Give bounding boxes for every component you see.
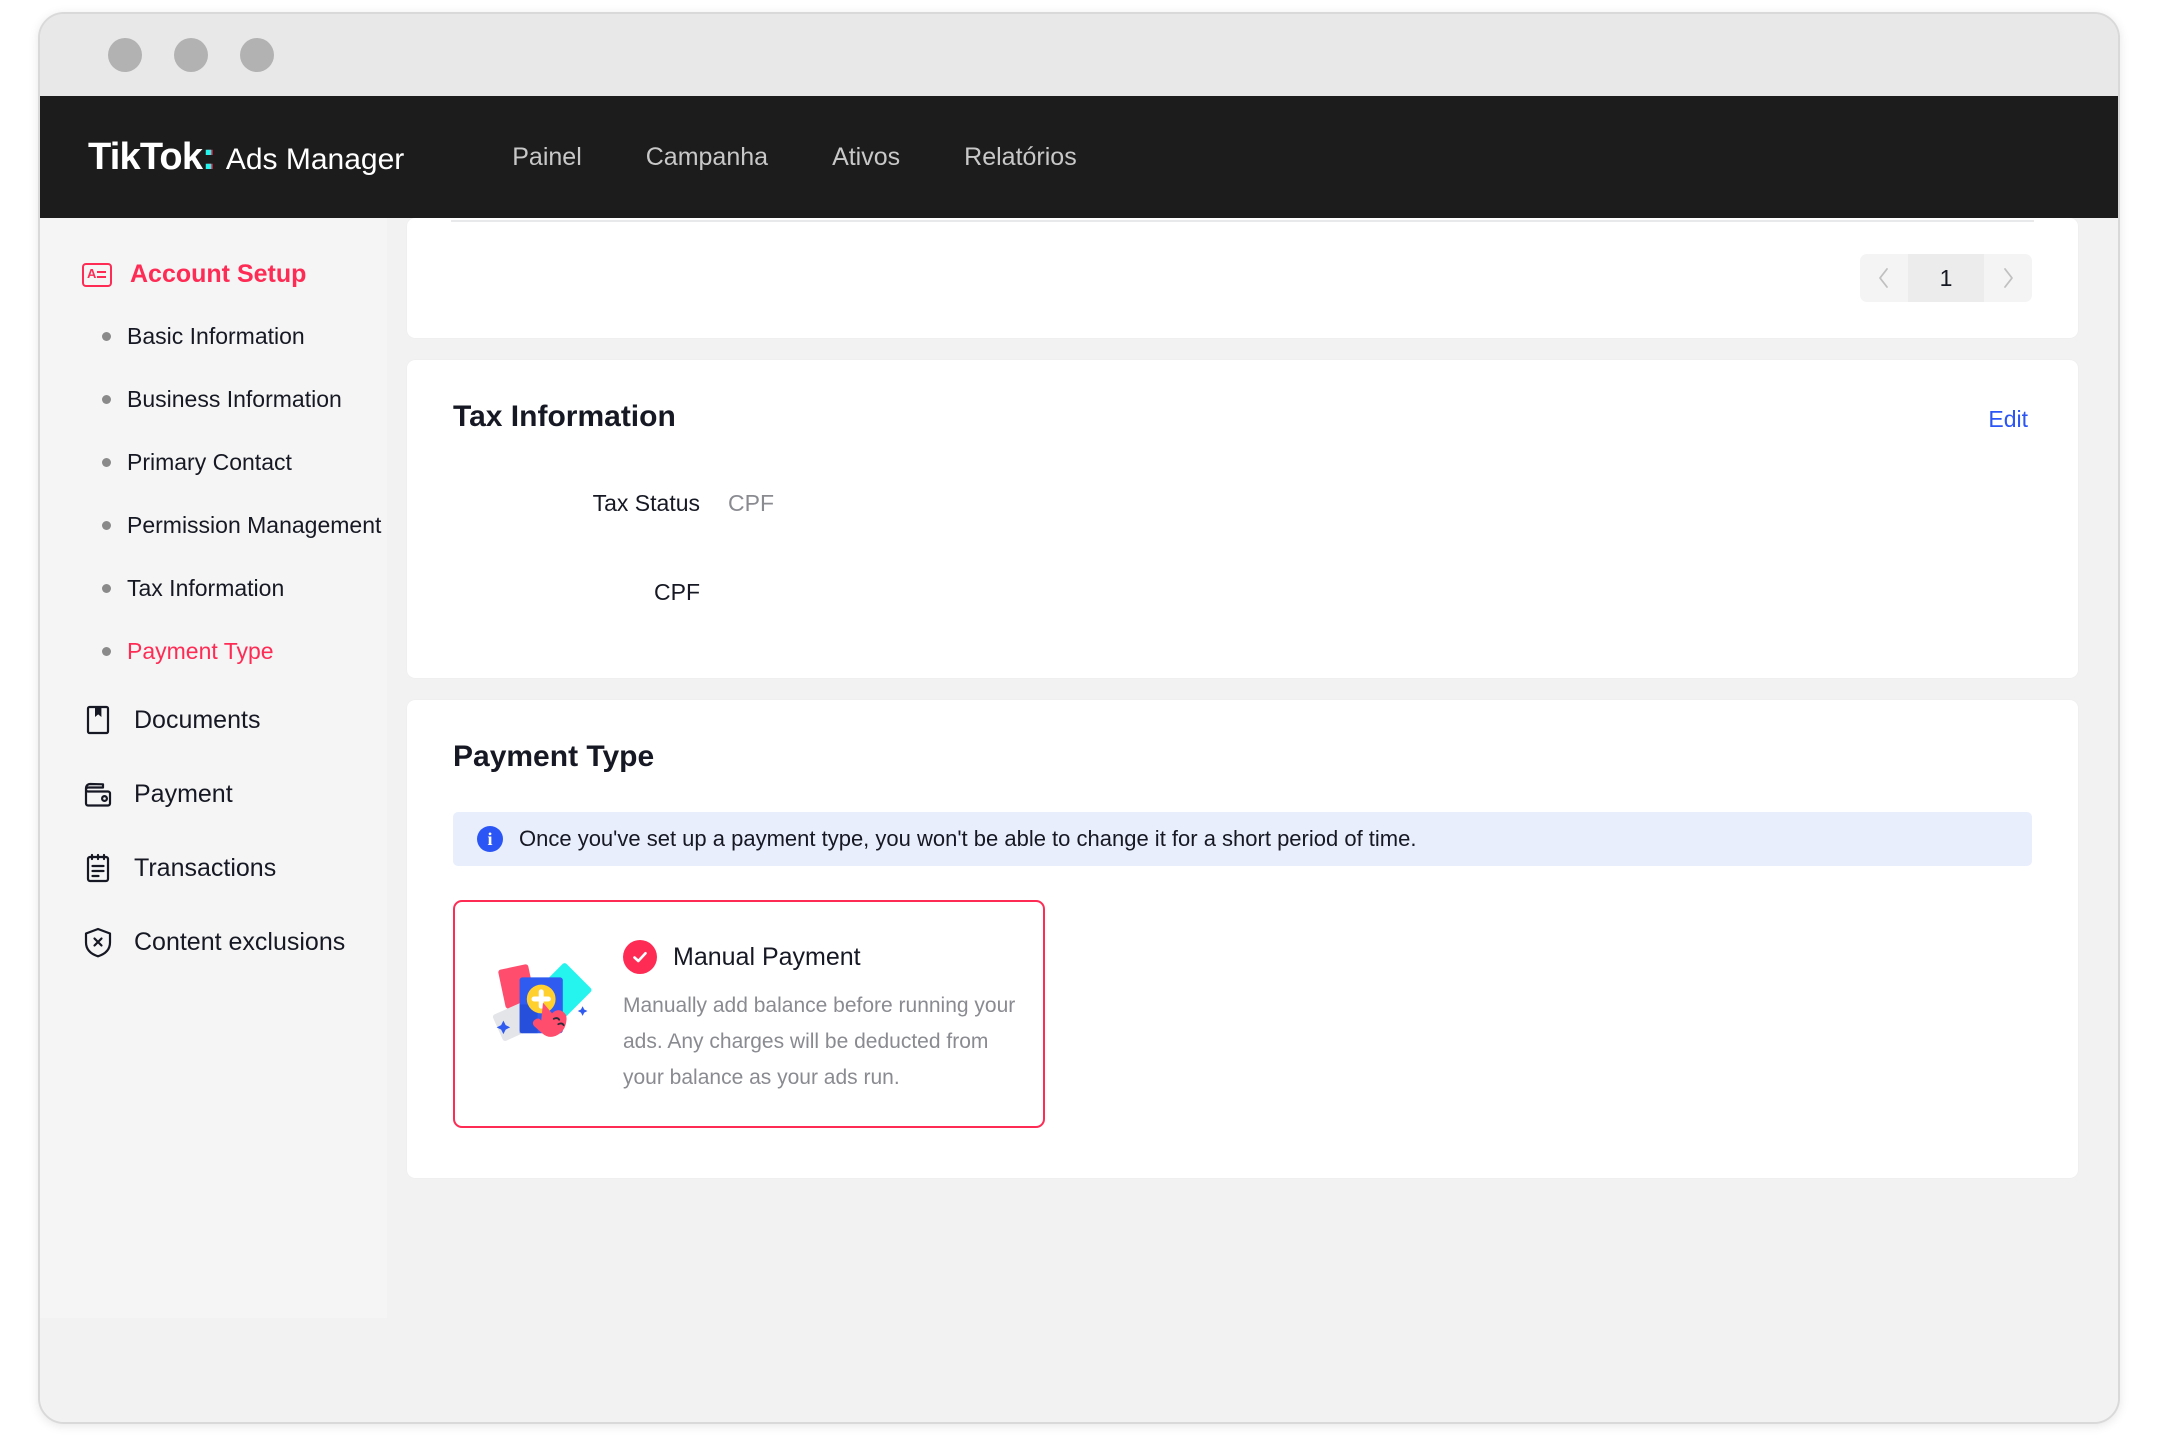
nav-link-relatorios[interactable]: Relatórios bbox=[932, 143, 1109, 172]
pagination-prev-button[interactable] bbox=[1860, 254, 1908, 302]
nav-link-painel[interactable]: Painel bbox=[480, 143, 614, 172]
sidebar-item-account-setup[interactable]: Account Setup bbox=[40, 244, 387, 305]
sidebar-main-label: Payment bbox=[134, 779, 233, 808]
tax-status-label: Tax Status bbox=[592, 490, 700, 516]
tax-status-row: Tax Status CPF bbox=[453, 490, 2032, 517]
info-icon: i bbox=[477, 826, 503, 852]
sidebar-main-label: Documents bbox=[134, 705, 261, 734]
sidebar-sub-label: Payment Type bbox=[127, 638, 274, 664]
chevron-left-icon bbox=[1879, 268, 1888, 288]
table-footer-card: 1 bbox=[407, 218, 2078, 338]
tax-second-row: CPF bbox=[453, 579, 2032, 606]
brand-tiktok-text: TikTok bbox=[88, 135, 203, 178]
pagination-current-page[interactable]: 1 bbox=[1908, 254, 1984, 302]
sidebar-item-documents[interactable]: Documents bbox=[40, 683, 387, 757]
payment-type-card: Payment Type i Once you've set up a paym… bbox=[407, 700, 2078, 1179]
maximize-dot[interactable] bbox=[240, 38, 274, 72]
sidebar-item-content-exclusions[interactable]: Content exclusions bbox=[40, 905, 387, 979]
tax-information-title: Tax Information bbox=[453, 400, 676, 433]
top-navigation-bar: TikTok: Ads Manager Painel Campanha Ativ… bbox=[40, 96, 2118, 218]
sidebar-item-basic-information[interactable]: Basic Information bbox=[40, 305, 387, 368]
sidebar-sub-label: Tax Information bbox=[127, 575, 285, 601]
pagination: 1 bbox=[1860, 254, 2032, 302]
tax-edit-link[interactable]: Edit bbox=[1988, 406, 2028, 433]
bullet-icon bbox=[102, 458, 111, 467]
brand-ads-manager-text: Ads Manager bbox=[225, 142, 405, 176]
window-titlebar bbox=[40, 14, 2118, 96]
sidebar-sub-label: Business Information bbox=[127, 386, 342, 412]
pagination-next-button[interactable] bbox=[1984, 254, 2032, 302]
bullet-icon bbox=[102, 584, 111, 593]
account-badge-icon bbox=[82, 262, 112, 287]
brand-colon-glyph: : bbox=[202, 135, 215, 178]
sidebar-sub-label: Permission Management bbox=[127, 512, 382, 538]
manual-payment-option[interactable]: Manual Payment Manually add balance befo… bbox=[453, 900, 1045, 1129]
sidebar-item-tax-information[interactable]: Tax Information bbox=[40, 557, 387, 620]
payment-type-title: Payment Type bbox=[453, 740, 655, 773]
tax-second-row-value: CPF bbox=[654, 579, 700, 605]
sidebar-sub-label: Basic Information bbox=[127, 323, 305, 349]
sidebar-main-label: Transactions bbox=[134, 853, 277, 882]
bullet-icon bbox=[102, 521, 111, 530]
sidebar-main-label: Content exclusions bbox=[134, 927, 346, 956]
brand-logo[interactable]: TikTok: Ads Manager bbox=[88, 136, 404, 179]
sidebar-item-payment-type[interactable]: Payment Type bbox=[40, 620, 387, 683]
chevron-right-icon bbox=[2004, 268, 2013, 288]
manual-payment-description: Manually add balance before running your… bbox=[623, 994, 1016, 1090]
sidebar-item-primary-contact[interactable]: Primary Contact bbox=[40, 431, 387, 494]
browser-window: TikTok: Ads Manager Painel Campanha Ativ… bbox=[38, 12, 2120, 1424]
sidebar-item-permission-management[interactable]: Permission Management bbox=[40, 494, 387, 557]
wallet-icon bbox=[84, 782, 112, 807]
manual-payment-header: Manual Payment bbox=[623, 940, 1017, 974]
check-circle-icon bbox=[623, 940, 657, 974]
bullet-icon bbox=[102, 395, 111, 404]
manual-payment-title: Manual Payment bbox=[673, 942, 861, 971]
tax-information-card: Tax Information Edit Tax Status CPF CPF bbox=[407, 360, 2078, 678]
sidebar: Account Setup Basic Information Business… bbox=[40, 218, 387, 1318]
sidebar-item-transactions[interactable]: Transactions bbox=[40, 831, 387, 905]
shield-x-icon bbox=[84, 927, 112, 958]
table-divider bbox=[451, 220, 2034, 222]
bullet-icon bbox=[102, 332, 111, 341]
payment-type-notice-text: Once you've set up a payment type, you w… bbox=[519, 826, 1417, 851]
nav-links: Painel Campanha Ativos Relatórios bbox=[480, 143, 1108, 172]
manual-payment-body: Manual Payment Manually add balance befo… bbox=[623, 932, 1017, 1096]
main-content: 1 Tax Information Edit Tax Status CPF CP… bbox=[387, 218, 2118, 1422]
minimize-dot[interactable] bbox=[174, 38, 208, 72]
bullet-icon bbox=[102, 647, 111, 656]
app-body: Account Setup Basic Information Business… bbox=[40, 218, 2118, 1422]
sidebar-header-label: Account Setup bbox=[130, 260, 307, 288]
sidebar-sub-label: Primary Contact bbox=[127, 449, 292, 475]
manual-payment-illustration bbox=[492, 963, 592, 1041]
close-dot[interactable] bbox=[108, 38, 142, 72]
nav-link-campanha[interactable]: Campanha bbox=[614, 143, 800, 172]
payment-type-notice: i Once you've set up a payment type, you… bbox=[453, 812, 2032, 866]
clipboard-list-icon bbox=[86, 853, 110, 883]
sidebar-item-business-information[interactable]: Business Information bbox=[40, 368, 387, 431]
sidebar-item-payment[interactable]: Payment bbox=[40, 757, 387, 831]
bookmark-document-icon bbox=[86, 705, 110, 735]
tax-status-value: CPF bbox=[728, 490, 774, 516]
nav-link-ativos[interactable]: Ativos bbox=[800, 143, 932, 172]
